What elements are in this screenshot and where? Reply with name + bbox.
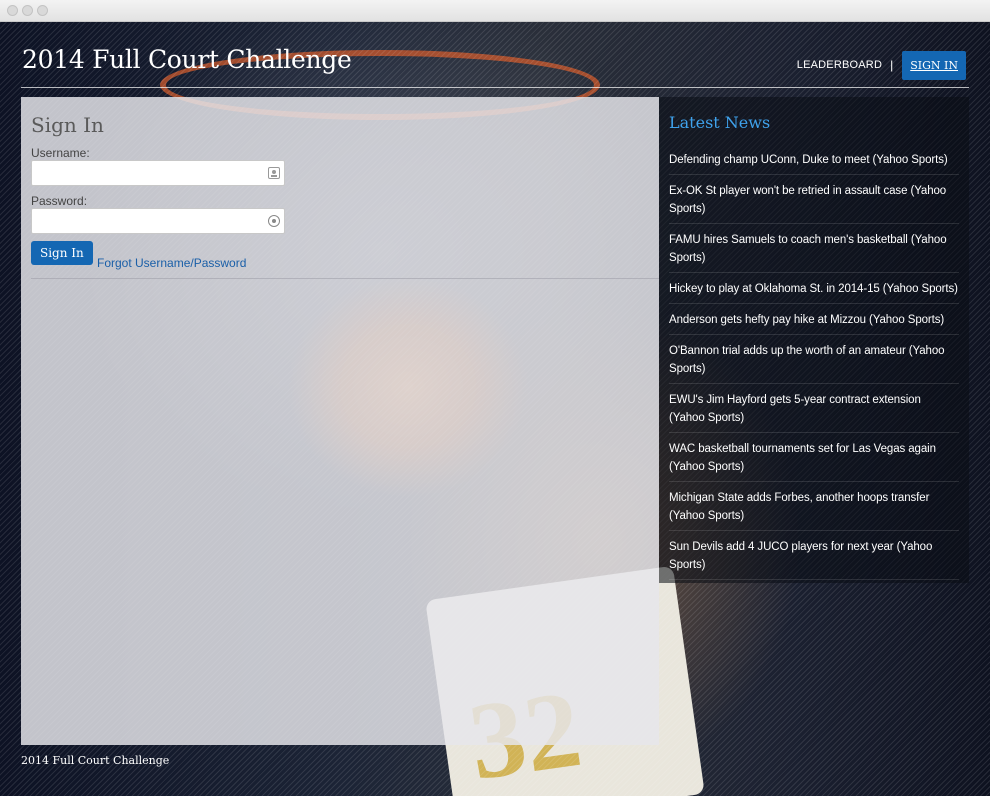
- news-item: Anderson gets hefty pay hike at Mizzou (…: [669, 304, 959, 335]
- signin-divider: [31, 278, 659, 279]
- news-sidebar: Latest News Defending champ UConn, Duke …: [659, 97, 969, 583]
- window-minimize-button[interactable]: [22, 5, 33, 16]
- key-icon: [268, 215, 280, 227]
- password-field-wrapper: [31, 208, 285, 234]
- news-link[interactable]: EWU's Jim Hayford gets 5-year contract e…: [669, 394, 921, 424]
- news-item: Sun Devils add 4 JUCO players for next y…: [669, 531, 959, 580]
- username-label: Username:: [31, 146, 90, 160]
- contact-card-icon: [268, 167, 280, 179]
- news-link[interactable]: WAC basketball tournaments set for Las V…: [669, 443, 936, 473]
- news-link[interactable]: Anderson gets hefty pay hike at Mizzou (…: [669, 314, 944, 326]
- news-link[interactable]: Sun Devils add 4 JUCO players for next y…: [669, 541, 932, 571]
- news-item: Ex-OK St player won't be retried in assa…: [669, 175, 959, 224]
- news-item: Defending champ UConn, Duke to meet (Yah…: [669, 144, 959, 175]
- news-link[interactable]: Defending champ UConn, Duke to meet (Yah…: [669, 154, 948, 166]
- news-link[interactable]: Hickey to play at Oklahoma St. in 2014-1…: [669, 283, 958, 295]
- username-input[interactable]: [32, 161, 284, 185]
- signin-submit-button[interactable]: Sign In: [31, 241, 93, 265]
- news-link[interactable]: FAMU hires Samuels to coach men's basket…: [669, 234, 947, 264]
- signin-title: Sign In: [31, 113, 104, 137]
- news-item: Michigan State adds Forbes, another hoop…: [669, 482, 959, 531]
- forgot-credentials-link[interactable]: Forgot Username/Password: [97, 256, 246, 270]
- news-list: Defending champ UConn, Duke to meet (Yah…: [669, 144, 959, 580]
- window-titlebar: [0, 0, 990, 22]
- news-item: WAC basketball tournaments set for Las V…: [669, 433, 959, 482]
- window-close-button[interactable]: [7, 5, 18, 16]
- news-item: FAMU hires Samuels to coach men's basket…: [669, 224, 959, 273]
- news-link[interactable]: Michigan State adds Forbes, another hoop…: [669, 492, 929, 522]
- top-nav: LEADERBOARD | SIGN IN: [797, 50, 966, 80]
- header-divider: [21, 87, 969, 88]
- news-title: Latest News: [669, 113, 771, 132]
- nav-signin-button[interactable]: SIGN IN: [902, 50, 966, 80]
- footer-text: 2014 Full Court Challenge: [21, 754, 170, 767]
- nav-separator: |: [890, 58, 894, 72]
- username-field-wrapper: [31, 160, 285, 186]
- news-link[interactable]: O'Bannon trial adds up the worth of an a…: [669, 345, 945, 375]
- news-link[interactable]: Ex-OK St player won't be retried in assa…: [669, 185, 946, 215]
- news-item: EWU's Jim Hayford gets 5-year contract e…: [669, 384, 959, 433]
- news-item: O'Bannon trial adds up the worth of an a…: [669, 335, 959, 384]
- nav-leaderboard-link[interactable]: LEADERBOARD: [797, 59, 882, 71]
- signin-panel: Sign In Username: Password: Sign In Forg…: [21, 97, 659, 745]
- password-input[interactable]: [32, 209, 284, 233]
- site-title[interactable]: 2014 Full Court Challenge: [22, 45, 352, 74]
- password-label: Password:: [31, 194, 88, 208]
- news-item: Hickey to play at Oklahoma St. in 2014-1…: [669, 273, 959, 304]
- window-maximize-button[interactable]: [37, 5, 48, 16]
